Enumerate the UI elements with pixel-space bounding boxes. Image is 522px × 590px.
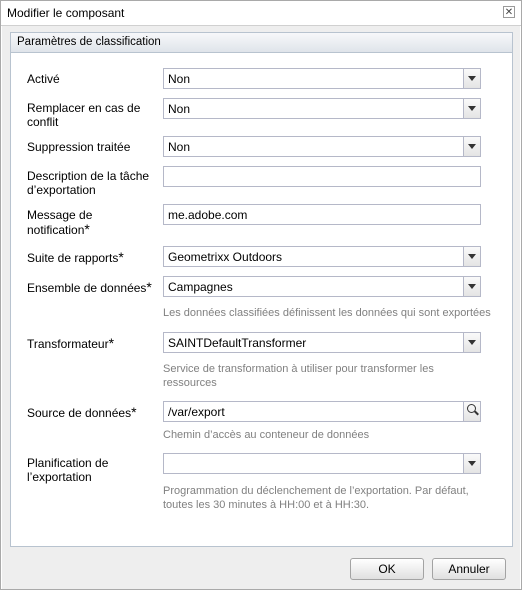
required-marker: * xyxy=(146,279,152,295)
active-select[interactable]: Non xyxy=(163,68,481,89)
datasource-value: /var/export xyxy=(168,405,225,419)
active-value: Non xyxy=(168,72,191,86)
chevron-down-icon[interactable] xyxy=(463,333,480,352)
dialog-footer: OK Annuler xyxy=(2,551,520,589)
dataset-label: Ensemble de données* xyxy=(27,280,152,295)
notification-label-line1: Message de xyxy=(27,208,93,222)
transformer-help-line1: Service de transformation à utiliser pou… xyxy=(163,363,434,375)
transformer-help-line2: ressources xyxy=(163,377,217,389)
chevron-down-icon[interactable] xyxy=(463,137,480,156)
chevron-down-icon[interactable] xyxy=(463,247,480,266)
chevron-down-icon[interactable] xyxy=(463,69,480,88)
required-marker: * xyxy=(84,221,90,237)
replace-value: Non xyxy=(168,102,191,116)
schedule-label: Planification de l’exportation xyxy=(27,456,108,484)
schedule-select[interactable] xyxy=(163,453,481,474)
dialog-title: Modifier le composant xyxy=(7,6,125,20)
dialog-titlebar[interactable]: Modifier le composant ✕ xyxy=(1,1,521,26)
report-suite-value: Geometrixx Outdoors xyxy=(168,250,283,264)
panel-title: Paramètres de classification xyxy=(11,33,512,53)
edit-component-dialog: Modifier le composant ✕ Paramètres de cl… xyxy=(0,0,522,590)
chevron-down-icon[interactable] xyxy=(463,454,480,473)
deletion-label: Suppression traitée xyxy=(27,140,131,154)
ok-button[interactable]: OK xyxy=(350,558,424,580)
chevron-down-icon[interactable] xyxy=(463,99,480,118)
notification-input[interactable]: me.adobe.com xyxy=(163,204,481,225)
description-input[interactable] xyxy=(163,166,481,187)
datasource-label: Source de données* xyxy=(27,405,137,420)
replace-select[interactable]: Non xyxy=(163,98,481,119)
report-suite-select[interactable]: Geometrixx Outdoors xyxy=(163,246,481,267)
replace-label: Remplacer en cas de conflit xyxy=(27,101,140,129)
chevron-down-icon[interactable] xyxy=(463,277,480,296)
cancel-button[interactable]: Annuler xyxy=(432,558,506,580)
transformer-label: Transformateur* xyxy=(27,336,114,351)
required-marker: * xyxy=(118,249,124,265)
datasource-help: Chemin d’accès au conteneur de données xyxy=(163,429,370,441)
active-label: Activé xyxy=(27,72,60,86)
notification-label: Message de notification* xyxy=(27,208,92,237)
description-label-line1: Description de la tâche xyxy=(27,169,150,183)
dataset-select[interactable]: Campagnes xyxy=(163,276,481,297)
replace-label-line2: conflit xyxy=(27,115,59,129)
deletion-value: Non xyxy=(168,140,191,154)
transformer-select[interactable]: SAINTDefaultTransformer xyxy=(163,332,481,353)
report-suite-label: Suite de rapports* xyxy=(27,250,124,265)
notification-label-line2: notification xyxy=(27,223,85,237)
dataset-label-text: Ensemble de données xyxy=(27,281,147,295)
schedule-help-line1: Programmation du déclenchement de l’expo… xyxy=(163,485,469,497)
notification-value: me.adobe.com xyxy=(168,208,248,222)
schedule-label-line1: Planification de xyxy=(27,456,109,470)
required-marker: * xyxy=(131,404,137,420)
transformer-help: Service de transformation à utiliser pou… xyxy=(163,362,434,390)
description-label-line2: d’exportation xyxy=(27,183,96,197)
search-icon[interactable] xyxy=(463,402,480,421)
datasource-input[interactable]: /var/export xyxy=(163,401,481,422)
deletion-select[interactable]: Non xyxy=(163,136,481,157)
dataset-value: Campagnes xyxy=(168,280,233,294)
schedule-help: Programmation du déclenchement de l’expo… xyxy=(163,484,469,512)
close-icon[interactable]: ✕ xyxy=(503,6,515,18)
replace-label-line1: Remplacer en cas de xyxy=(27,101,141,115)
transformer-label-text: Transformateur xyxy=(27,337,109,351)
dataset-help: Les données classifiées définissent les … xyxy=(163,307,491,319)
schedule-help-line2: toutes les 30 minutes à HH:00 et à HH:30… xyxy=(163,499,370,511)
required-marker: * xyxy=(108,335,115,351)
datasource-label-text: Source de données xyxy=(27,406,132,420)
schedule-label-line2: l’exportation xyxy=(27,470,92,484)
transformer-value: SAINTDefaultTransformer xyxy=(168,336,307,350)
description-label: Description de la tâche d’exportation xyxy=(27,169,149,197)
report-suite-label-text: Suite de rapports xyxy=(27,251,119,265)
